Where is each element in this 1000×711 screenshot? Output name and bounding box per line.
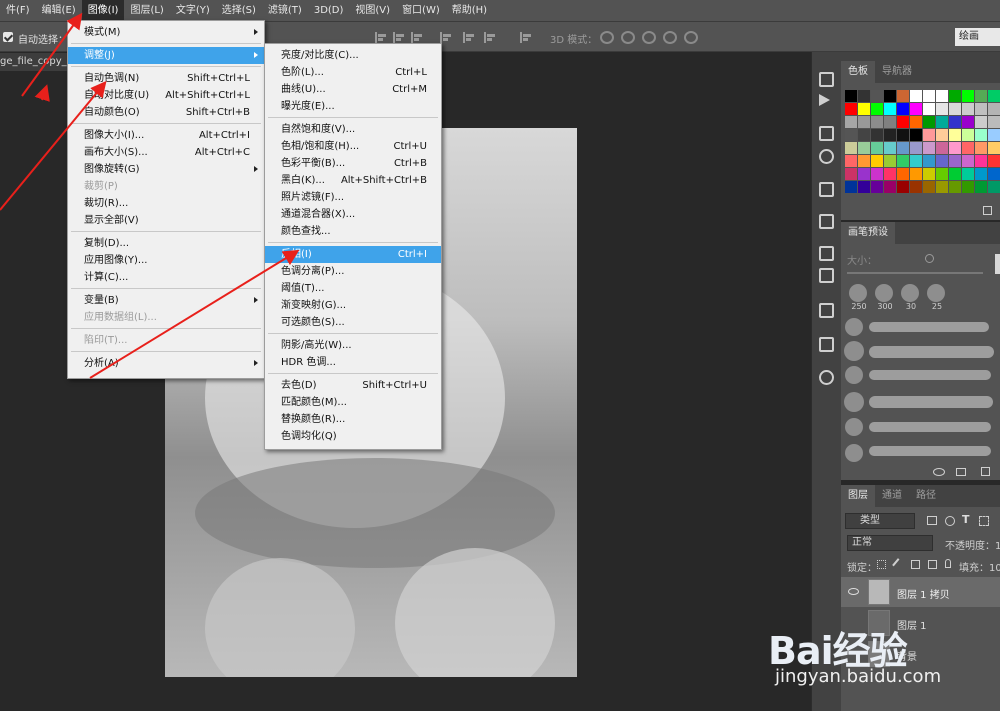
arrow-to-invert	[89, 249, 300, 379]
annotation-arrows	[0, 12, 300, 379]
baidu-watermark-url: jingyan.baidu.com	[775, 666, 942, 687]
arrow-to-adjustments	[0, 80, 107, 211]
arrow-to-image-menu	[21, 12, 83, 97]
arrow-small	[34, 84, 50, 102]
